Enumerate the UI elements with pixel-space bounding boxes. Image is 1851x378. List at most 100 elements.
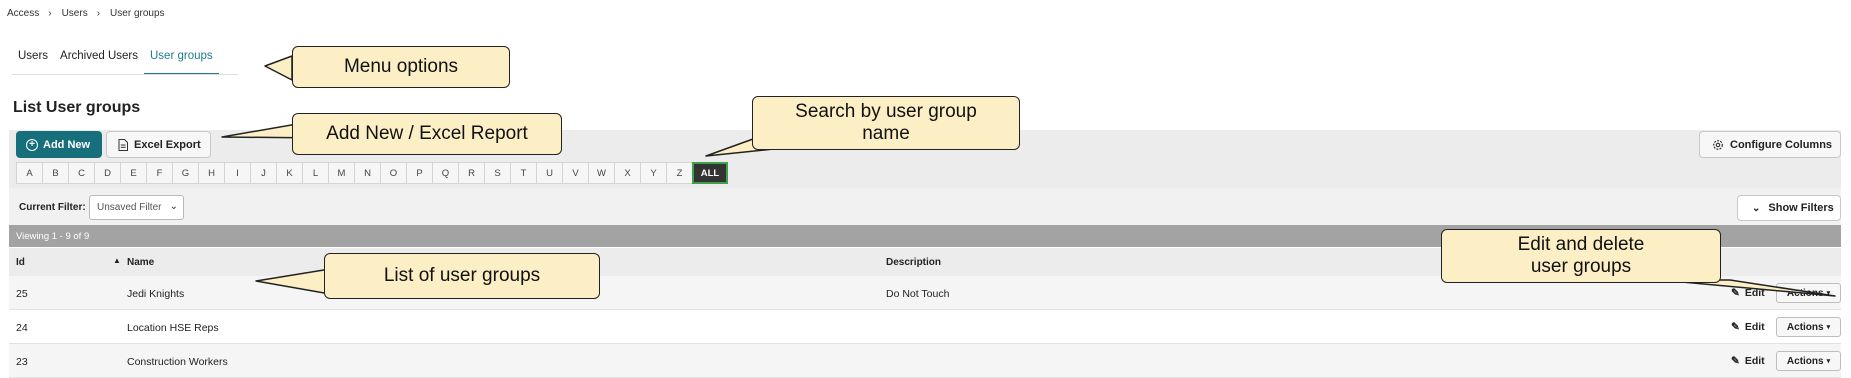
letter-filter-e[interactable]: E [120,162,146,184]
letter-filter-t[interactable]: T [510,162,536,184]
letter-filter-i[interactable]: I [224,162,250,184]
table-row[interactable]: 24 Location HSE Reps ✎ Edit Actions ▾ [9,310,1841,344]
callout-search-line1: Search by user group [795,101,977,123]
callout-menu-options: Menu options [292,46,510,88]
excel-export-label: Excel Export [134,138,201,151]
cell-name: Location HSE Reps [127,322,219,334]
edit-label: Edit [1744,355,1765,367]
current-filter-value: Unsaved Filter [97,202,162,213]
cell-name: Jedi Knights [127,288,185,300]
caret-down-icon: ▾ [1826,324,1831,331]
show-filters-label: Show Filters [1768,202,1834,214]
configure-columns-button[interactable]: Configure Columns [1699,131,1841,158]
current-filter-label: Current Filter: [19,202,86,213]
tab-archived-users[interactable]: Archived Users [54,46,144,75]
letter-filter-n[interactable]: N [354,162,380,184]
configure-columns-label: Configure Columns [1730,138,1833,151]
letter-filter-a[interactable]: A [16,162,42,184]
tab-user-groups[interactable]: User groups [144,46,219,75]
letter-filter-y[interactable]: Y [640,162,666,184]
letter-filter-s[interactable]: S [484,162,510,184]
document-icon [118,138,128,151]
letter-filter-r[interactable]: R [458,162,484,184]
plus-circle-icon: + [26,138,38,151]
letter-filter-m[interactable]: M [328,162,354,184]
letter-filter-l[interactable]: L [302,162,328,184]
current-filter-select[interactable]: Unsaved Filter ⌄ [89,195,184,220]
chevron-down-icon: ⌄ [1752,202,1761,214]
excel-export-button[interactable]: Excel Export [106,131,211,158]
breadcrumb: Access › Users › User groups [7,6,165,20]
chevron-right-icon: › [96,7,101,19]
letter-filter-z[interactable]: Z [666,162,692,184]
breadcrumb-users[interactable]: Users [62,8,88,19]
callout-search-line2: name [862,123,910,144]
breadcrumb-access[interactable]: Access [7,8,39,19]
caret-down-icon: ▾ [1826,358,1831,365]
letter-filter-v[interactable]: V [562,162,588,184]
page-title: List User groups [13,99,141,116]
callout-edit-delete-line1: Edit and delete [1517,234,1645,256]
chevron-down-icon: ⌄ [169,201,178,212]
letter-filter-h[interactable]: H [198,162,224,184]
letter-filter: A B C D E F G H I J K L M N O P Q R S T U V W X Y Z ALL [16,162,728,184]
callout-list-user-groups: List of user groups [324,253,600,299]
callout-list-text: List of user groups [383,265,541,287]
callout-edit-delete: Edit and delete user groups [1441,229,1721,283]
pencil-icon: ✎ [1731,355,1740,367]
callout-menu-options-text: Menu options [343,56,459,78]
edit-button[interactable]: ✎ Edit [1731,355,1765,367]
letter-filter-q[interactable]: Q [432,162,458,184]
actions-label: Actions [1786,287,1824,299]
actions-dropdown[interactable]: Actions ▾ [1776,283,1841,303]
sort-asc-icon[interactable]: ▲ [113,256,121,265]
callout-edit-delete-line2: user groups [1530,256,1632,277]
cell-id: 23 [16,356,28,368]
tab-divider [12,74,238,75]
tab-bar: Users Archived Users User groups [12,46,219,75]
edit-button[interactable]: ✎ Edit [1731,287,1765,299]
caret-down-icon: ▾ [1826,290,1831,297]
column-header-description[interactable]: Description [886,257,941,268]
cell-description: Do Not Touch [886,288,950,300]
letter-filter-u[interactable]: U [536,162,562,184]
edit-button[interactable]: ✎ Edit [1731,321,1765,333]
add-new-button[interactable]: + Add New [16,131,102,158]
letter-filter-all[interactable]: ALL [692,162,728,184]
pencil-icon: ✎ [1731,321,1740,333]
letter-filter-f[interactable]: F [146,162,172,184]
letter-filter-c[interactable]: C [68,162,94,184]
actions-label: Actions [1786,321,1824,333]
edit-label: Edit [1744,321,1765,333]
actions-label: Actions [1786,355,1824,367]
letter-filter-p[interactable]: P [406,162,432,184]
pointer-menu-options [264,55,293,81]
letter-filter-x[interactable]: X [614,162,640,184]
gear-icon [1713,139,1723,150]
cell-id: 24 [16,322,28,334]
letter-filter-j[interactable]: J [250,162,276,184]
actions-dropdown[interactable]: Actions ▾ [1776,317,1841,337]
callout-add-new-excel: Add New / Excel Report [292,113,562,155]
edit-label: Edit [1744,287,1765,299]
letter-filter-d[interactable]: D [94,162,120,184]
column-header-name[interactable]: Name [127,257,154,268]
pencil-icon: ✎ [1731,287,1740,299]
breadcrumb-user-groups: User groups [110,7,165,19]
letter-filter-k[interactable]: K [276,162,302,184]
table-row[interactable]: 23 Construction Workers ✎ Edit Actions ▾ [9,344,1841,378]
letter-filter-w[interactable]: W [588,162,614,184]
letter-filter-b[interactable]: B [42,162,68,184]
chevron-right-icon: › [48,7,52,19]
tab-users[interactable]: Users [12,46,54,75]
callout-search: Search by user group name [752,96,1020,150]
add-new-label: Add New [43,138,91,151]
filter-bar [9,188,1841,225]
cell-id: 25 [16,288,28,300]
letter-filter-g[interactable]: G [172,162,198,184]
column-header-id[interactable]: Id [16,257,25,268]
show-filters-button[interactable]: ⌄ Show Filters [1737,195,1841,221]
actions-dropdown[interactable]: Actions ▾ [1776,351,1841,371]
callout-add-new-excel-text: Add New / Excel Report [326,123,528,145]
letter-filter-o[interactable]: O [380,162,406,184]
